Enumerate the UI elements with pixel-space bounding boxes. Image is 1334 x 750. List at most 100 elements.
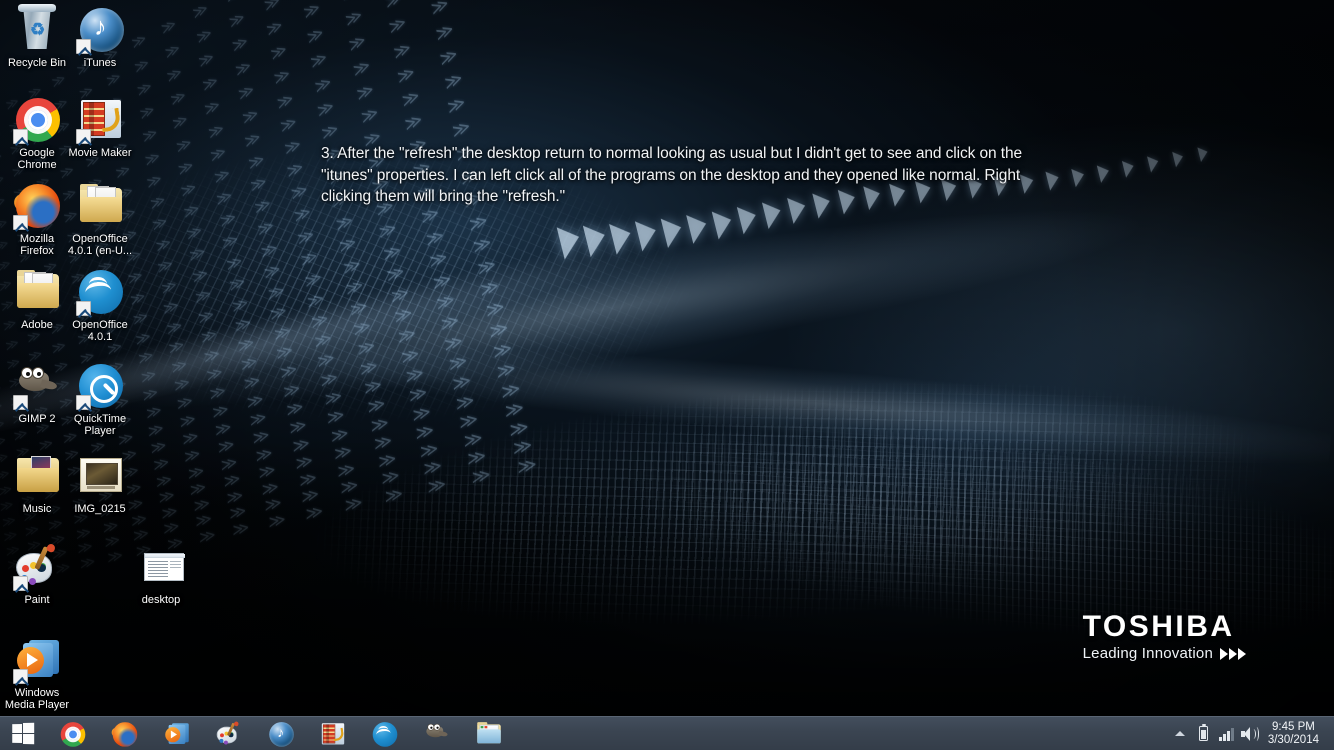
desktop-icon-itunes[interactable]: ♪ iTunes	[67, 6, 133, 69]
taskbar-item-movie-maker[interactable]	[306, 717, 358, 750]
windows-logo-icon	[12, 723, 34, 744]
desktop-icon-glyph	[13, 362, 61, 410]
shortcut-overlay-icon	[13, 576, 28, 591]
file-explorer-icon	[475, 721, 502, 748]
desktop-icon-label: Music	[4, 503, 70, 515]
desktop-icon-label: Windows Media Player	[4, 687, 70, 711]
taskbar-item-itunes[interactable]: ♪	[254, 717, 306, 750]
network-button[interactable]	[1215, 717, 1238, 750]
desktop-icon-glyph	[13, 268, 61, 316]
desktop-icon-glyph	[76, 96, 124, 144]
desktop-icon-gimp-2[interactable]: GIMP 2	[4, 362, 70, 425]
desktop-icon-label: OpenOffice 4.0.1	[67, 319, 133, 343]
windows-media-player-icon	[163, 721, 190, 748]
desktop-icon-glyph	[13, 182, 61, 230]
image-file-icon	[76, 452, 124, 500]
shortcut-overlay-icon	[13, 395, 28, 410]
gimp-icon	[423, 721, 450, 748]
taskbar-item-openoffice-4-0-1[interactable]	[358, 717, 410, 750]
desktop-icon-glyph	[76, 182, 124, 230]
desktop-icon-label: iTunes	[67, 57, 133, 69]
shortcut-overlay-icon	[76, 395, 91, 410]
desktop-icon-windows-media-player[interactable]: Windows Media Player	[4, 636, 70, 711]
desktop-icon-label: IMG_0215	[67, 503, 133, 515]
desktop-icon-grid: ♻ Recycle Bin ♪ iTunes Google ChromeMovie Ma…	[0, 0, 220, 720]
taskbar-icon-glyph	[319, 721, 345, 747]
desktop-icon-label: Paint	[4, 594, 70, 606]
desktop-icon-adobe[interactable]: Adobe	[4, 268, 70, 331]
show-hidden-icons-button[interactable]	[1169, 717, 1192, 750]
taskbar[interactable]: ♪ 9:45 PM 3/30/2014	[0, 716, 1334, 750]
folder-icon	[13, 268, 61, 316]
recycle-bin-icon: ♻	[13, 6, 61, 54]
desktop-icon-movie-maker[interactable]: Movie Maker	[67, 96, 133, 159]
clock-time: 9:45 PM	[1268, 721, 1319, 734]
clock-date: 3/30/2014	[1268, 734, 1319, 747]
desktop-icon-glyph	[13, 96, 61, 144]
taskbar-item-windows-media-player[interactable]	[150, 717, 202, 750]
chevron-up-icon	[1175, 731, 1185, 736]
taskbar-item-google-chrome[interactable]	[46, 717, 98, 750]
desktop-icon-mozilla-firefox[interactable]: Mozilla Firefox	[4, 182, 70, 257]
desktop-icon-glyph	[13, 543, 61, 591]
desktop-icon-label: OpenOffice 4.0.1 (en-U...	[67, 233, 133, 257]
desktop-icon-label: Recycle Bin	[4, 57, 70, 69]
mozilla-firefox-icon	[111, 721, 138, 748]
system-tray: 9:45 PM 3/30/2014	[1169, 717, 1334, 750]
shortcut-overlay-icon	[13, 215, 28, 230]
battery-icon	[1199, 726, 1208, 741]
shortcut-overlay-icon	[76, 129, 91, 144]
volume-button[interactable]	[1238, 717, 1261, 750]
desktop-icon-openoffice-4-0-1[interactable]: OpenOffice 4.0.1	[67, 268, 133, 343]
desktop-icon-label: Google Chrome	[4, 147, 70, 171]
desktop-icon-openoffice-4-0-1-en-u[interactable]: OpenOffice 4.0.1 (en-U...	[67, 182, 133, 257]
taskbar-icon-glyph	[59, 721, 85, 747]
desktop-icon-quicktime-player[interactable]: QuickTime Player	[67, 362, 133, 437]
start-button[interactable]	[0, 717, 46, 750]
taskbar-icon-glyph	[111, 721, 137, 747]
desktop-icon-img-0215[interactable]: IMG_0215	[67, 452, 133, 515]
taskbar-item-file-explorer[interactable]	[462, 717, 514, 750]
toshiba-tagline-row: Leading Innovation	[1083, 645, 1246, 662]
taskbar-icon-glyph	[475, 721, 501, 747]
desktop-icon-label: Adobe	[4, 319, 70, 331]
chevron-triple-icon	[1220, 648, 1246, 660]
toshiba-brand-watermark: TOSHIBA Leading Innovation	[1083, 611, 1246, 662]
toshiba-tagline-text: Leading Innovation	[1083, 645, 1213, 662]
desktop-icon-desktop[interactable]: desktop	[128, 543, 194, 606]
text-document-icon	[137, 543, 185, 591]
desktop-icon-recycle-bin[interactable]: ♻ Recycle Bin	[4, 6, 70, 69]
taskbar-pinned-icons: ♪	[46, 717, 514, 750]
toshiba-wordmark: TOSHIBA	[1083, 611, 1246, 643]
movie-maker-icon	[319, 721, 346, 748]
desktop-icon-glyph	[76, 362, 124, 410]
volume-icon	[1241, 727, 1257, 741]
taskbar-item-gimp-2[interactable]	[410, 717, 462, 750]
battery-button[interactable]	[1192, 717, 1215, 750]
taskbar-icon-glyph: ♪	[267, 721, 293, 747]
shortcut-overlay-icon	[13, 669, 28, 684]
annotation-note: 3. After the "refresh" the desktop retur…	[321, 143, 1061, 208]
desktop-icon-glyph: ♻	[13, 6, 61, 54]
taskbar-item-paint[interactable]	[202, 717, 254, 750]
desktop-icon-label: Mozilla Firefox	[4, 233, 70, 257]
openoffice-icon	[371, 721, 398, 748]
desktop-icon-music[interactable]: Music	[4, 452, 70, 515]
desktop-icon-glyph: ♪	[76, 6, 124, 54]
desktop-surface[interactable]: ≫≫≫≫≫≫≫≫≫≫≫≫≫≫≫≫≫≫≫≫≫≫≫≫≫≫≫≫≫≫≫≫≫≫≫≫≫≫≫≫…	[0, 0, 1334, 750]
google-chrome-icon	[59, 721, 86, 748]
taskbar-item-mozilla-firefox[interactable]	[98, 717, 150, 750]
desktop-icon-paint[interactable]: Paint	[4, 543, 70, 606]
folder-icon	[76, 182, 124, 230]
desktop-icon-glyph	[76, 268, 124, 316]
paint-icon	[215, 721, 242, 748]
shortcut-overlay-icon	[76, 39, 91, 54]
itunes-icon: ♪	[267, 721, 294, 748]
desktop-icon-glyph	[13, 636, 61, 684]
clock-button[interactable]: 9:45 PM 3/30/2014	[1261, 721, 1328, 747]
desktop-icon-google-chrome[interactable]: Google Chrome	[4, 96, 70, 171]
desktop-icon-glyph	[76, 452, 124, 500]
desktop-icon-glyph	[13, 452, 61, 500]
taskbar-icon-glyph	[163, 721, 189, 747]
network-signal-icon	[1219, 727, 1234, 741]
